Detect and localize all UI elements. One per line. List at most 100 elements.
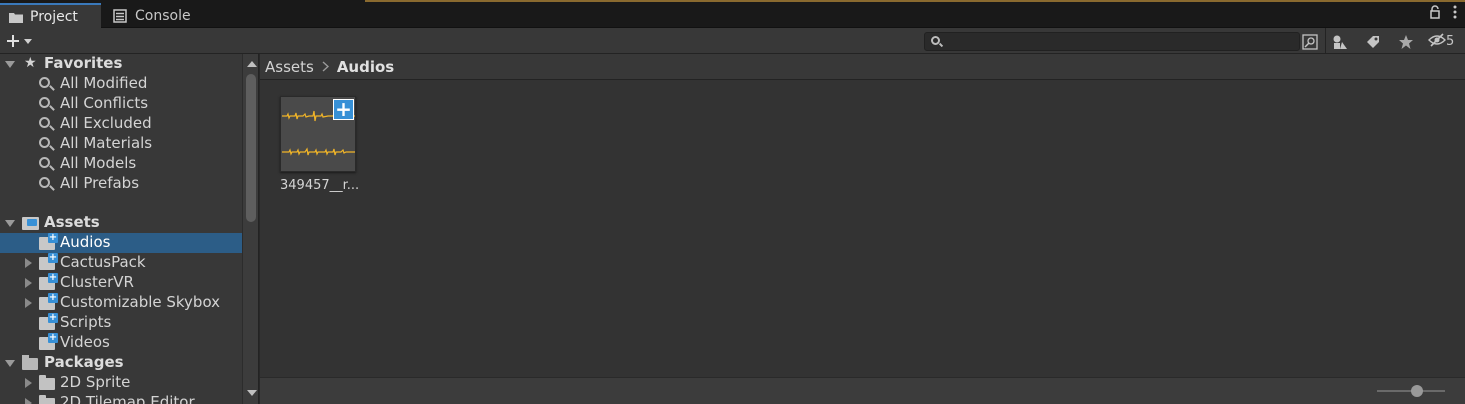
folder-icon [39, 333, 58, 350]
favorite-item-all-materials[interactable]: All Materials [0, 134, 242, 154]
slider-knob[interactable] [1411, 385, 1423, 397]
window-controls [1429, 5, 1457, 23]
sidebar-item-2d-tilemap-editor[interactable]: 2D Tilemap Editor [0, 393, 242, 404]
sidebar-item-cactuspack[interactable]: CactusPack [0, 253, 242, 273]
favorite-item-all-conflicts[interactable]: All Conflicts [0, 94, 242, 114]
status-bar [260, 377, 1465, 404]
search-icon [39, 157, 50, 168]
search-input[interactable] [945, 33, 1295, 50]
favorite-item-label: All Prefabs [60, 174, 140, 192]
sidebar-item-audios[interactable]: Audios [0, 233, 242, 253]
create-button[interactable] [6, 31, 40, 51]
expand-arrow-icon[interactable] [25, 298, 32, 308]
expand-arrow-icon[interactable] [25, 398, 32, 404]
breadcrumb-item-audios[interactable]: Audios [337, 58, 394, 76]
tab-project[interactable]: Project [0, 3, 101, 28]
search-icon [931, 36, 940, 45]
sidebar-item-2d-sprite[interactable]: 2D Sprite [0, 373, 242, 393]
favorite-item-all-excluded[interactable]: All Excluded [0, 114, 242, 134]
folder-icon [39, 253, 58, 270]
folder-icon [8, 10, 24, 24]
expand-arrow-icon[interactable] [5, 220, 15, 227]
project-tree-panel: ★ Favorites All Modified All Conflicts A… [0, 54, 259, 404]
eye-slash-icon [1428, 32, 1446, 51]
sidebar-scrollbar[interactable] [242, 54, 258, 404]
asset-item-audio-clip[interactable]: + 349457__r... [280, 96, 359, 193]
favorite-item-label: All Models [60, 154, 137, 172]
expand-arrow-icon[interactable] [25, 278, 32, 288]
expand-arrow-icon[interactable] [25, 258, 32, 268]
expand-arrow-icon[interactable] [25, 378, 32, 388]
audio-clip-thumbnail: + [280, 96, 356, 172]
favorite-item-all-models[interactable]: All Models [0, 154, 242, 174]
packages-header[interactable]: Packages [0, 353, 242, 373]
folder-icon [39, 233, 58, 250]
breadcrumb: Assets Audios [260, 54, 1465, 80]
tab-console-label: Console [135, 7, 191, 24]
sidebar-item-label: CactusPack [60, 253, 146, 271]
chevron-down-icon [24, 38, 32, 44]
lock-icon[interactable] [1429, 5, 1441, 23]
search-field[interactable] [924, 32, 1300, 51]
scrollbar-thumb[interactable] [246, 74, 256, 222]
add-badge-icon: + [333, 99, 354, 120]
packages-folder-icon [22, 355, 38, 370]
sidebar-item-label: Scripts [60, 313, 112, 331]
search-icon [39, 137, 50, 148]
folder-icon [39, 375, 55, 390]
expand-arrow-icon[interactable] [5, 61, 15, 68]
search-icon [39, 177, 50, 188]
tab-project-label: Project [30, 8, 78, 25]
sidebar-item-label: 2D Sprite [60, 373, 131, 391]
favorite-item-label: All Modified [60, 74, 148, 92]
expand-arrow-icon[interactable] [5, 360, 15, 367]
toolbar-divider [1325, 28, 1326, 54]
folder-icon [39, 313, 58, 330]
star-icon: ★ [24, 55, 37, 71]
search-by-scene-icon[interactable] [1299, 32, 1321, 51]
sidebar-item-label: Videos [60, 333, 110, 351]
window-top-line [365, 0, 1465, 2]
folder-icon [39, 273, 58, 290]
asset-name: 349457__r... [280, 178, 360, 193]
sidebar-item-label: 2D Tilemap Editor [60, 393, 195, 404]
scroll-down-arrow-icon[interactable] [247, 390, 257, 396]
sidebar-item-label: ClusterVR [60, 273, 134, 291]
favorite-item-label: All Conflicts [60, 94, 149, 112]
icon-size-slider[interactable] [1377, 385, 1445, 397]
filter-by-label-icon[interactable] [1362, 32, 1384, 51]
hidden-packages-count: 5 [1446, 34, 1455, 49]
favorite-item-label: All Materials [60, 134, 153, 152]
favorite-item-all-modified[interactable]: All Modified [0, 74, 242, 94]
search-icon [39, 77, 50, 88]
kebab-menu-icon[interactable] [1453, 5, 1457, 23]
assets-label: Assets [44, 213, 100, 231]
tab-console[interactable]: Console [105, 3, 205, 28]
asset-grid: + 349457__r... [260, 80, 1465, 377]
favorites-header[interactable]: ★ Favorites [0, 54, 242, 74]
assets-header[interactable]: Assets [0, 213, 242, 233]
project-toolbar: 5 [0, 28, 1465, 54]
save-search-star-icon[interactable] [1395, 32, 1417, 51]
favorite-item-all-prefabs[interactable]: All Prefabs [0, 174, 242, 194]
folder-icon [39, 395, 55, 404]
sidebar-item-clustervr[interactable]: ClusterVR [0, 273, 242, 293]
search-icon [39, 97, 50, 108]
sidebar-item-scripts[interactable]: Scripts [0, 313, 242, 333]
scroll-up-arrow-icon[interactable] [247, 61, 257, 67]
console-icon [113, 8, 129, 23]
tab-strip: Project Console [0, 0, 1465, 28]
favorite-item-label: All Excluded [60, 114, 152, 132]
packages-label: Packages [44, 353, 124, 371]
favorites-label: Favorites [44, 54, 123, 72]
breadcrumb-item-assets[interactable]: Assets [265, 58, 314, 76]
sidebar-item-customizable-skybox[interactable]: Customizable Skybox [0, 293, 242, 313]
folder-icon [39, 293, 58, 310]
filter-by-type-icon[interactable] [1329, 32, 1351, 51]
hidden-packages-toggle[interactable]: 5 [1428, 32, 1462, 51]
sidebar-item-label: Audios [60, 233, 111, 251]
sidebar-item-videos[interactable]: Videos [0, 333, 242, 353]
sidebar-item-label: Customizable Skybox [60, 293, 221, 311]
search-icon [39, 117, 50, 128]
plus-icon [6, 29, 20, 53]
